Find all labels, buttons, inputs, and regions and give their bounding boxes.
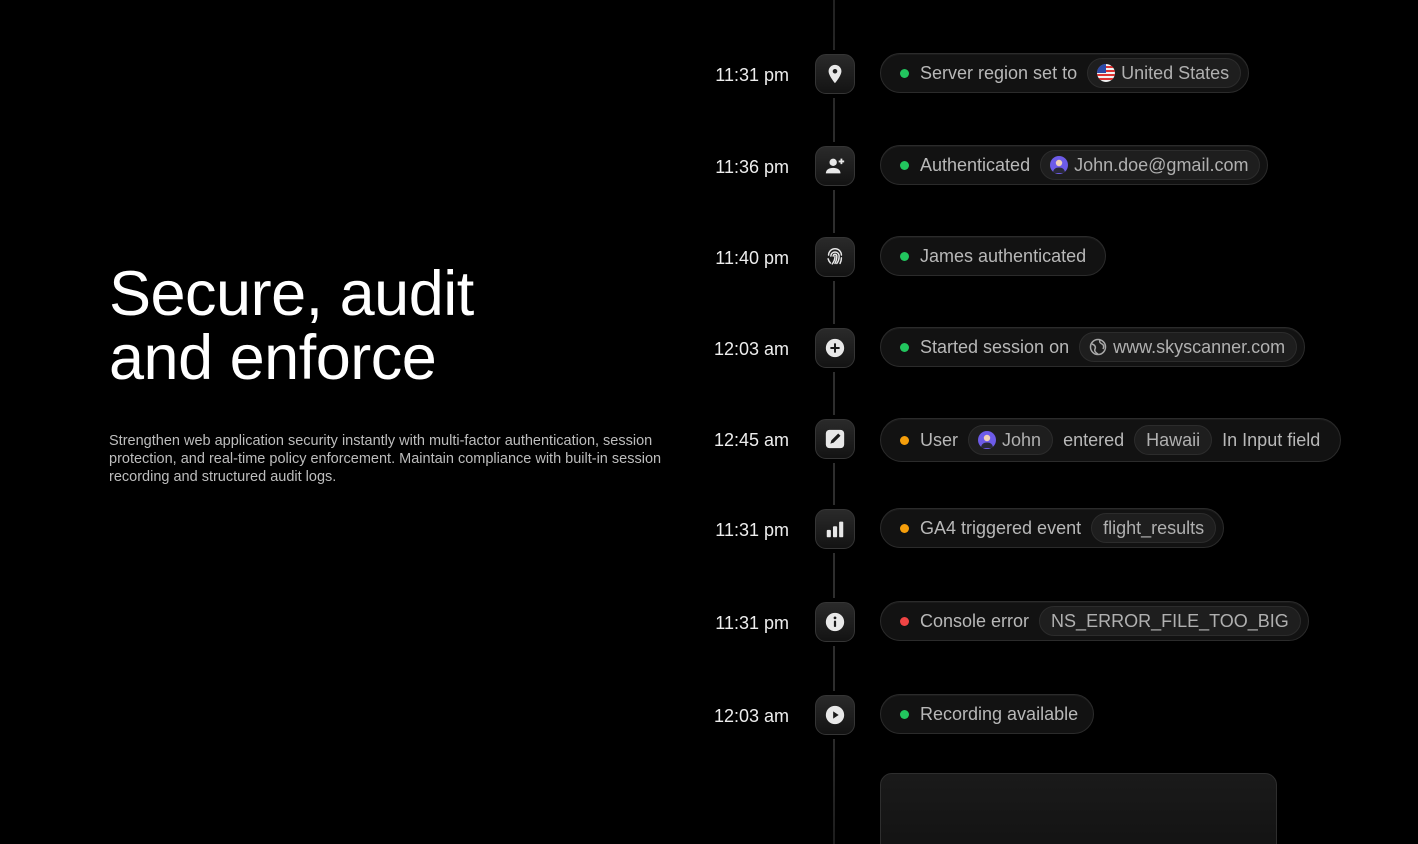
event-text-user: User (920, 429, 959, 450)
email-chip: John.doe@gmail.com (1040, 150, 1261, 180)
event-time: 11:31 pm (715, 613, 789, 633)
event-pill[interactable]: Recording available (880, 694, 1095, 734)
page-title: Secure, audit and enforce (109, 262, 669, 390)
timeline-event: 11:31 pm Console error NS_ERROR_FILE_TOO… (690, 601, 1390, 645)
chip-label: www.skyscanner.com (1113, 336, 1286, 357)
location-pin-icon (815, 54, 855, 94)
event-text: Console error (920, 610, 1030, 631)
plus-circle-icon (815, 328, 855, 368)
chip-label: John.doe@gmail.com (1074, 154, 1249, 175)
recording-preview-card[interactable] (880, 773, 1277, 844)
url-chip: www.skyscanner.com (1079, 332, 1298, 362)
status-dot-orange (900, 523, 909, 533)
event-text: James authenticated (920, 245, 1087, 266)
title-line-2: and enforce (109, 323, 437, 393)
event-pill[interactable]: Authenticated John.doe@gmail.com (880, 145, 1269, 185)
timeline-event: 11:40 pm James authenticated (690, 236, 1390, 280)
event-pill[interactable]: Server region set to United States (880, 53, 1250, 93)
event-time: 11:36 pm (715, 157, 789, 177)
event-text-field: In Input field (1222, 429, 1321, 450)
event-pill[interactable]: User John entered Hawaii In Input field (880, 418, 1342, 462)
event-text-entered: entered (1063, 429, 1125, 450)
event-time: 12:03 am (713, 706, 789, 726)
status-dot-green (900, 251, 909, 261)
info-icon (815, 602, 855, 642)
status-dot-green (900, 68, 909, 78)
event-text: Authenticated (920, 154, 1031, 175)
event-pill[interactable]: Console error NS_ERROR_FILE_TOO_BIG (880, 601, 1309, 641)
event-time: 12:03 am (713, 339, 789, 359)
chip-label: John (1002, 429, 1042, 450)
error-code-chip: NS_ERROR_FILE_TOO_BIG (1039, 606, 1301, 636)
value-chip: Hawaii (1134, 425, 1213, 455)
timeline-event: 12:03 am Recording available (690, 694, 1390, 738)
status-dot-red (900, 616, 909, 626)
status-dot-green (900, 709, 909, 719)
hero-description: Strengthen web application security inst… (109, 433, 662, 485)
edit-icon (815, 419, 855, 459)
event-text: Started session on (920, 336, 1070, 357)
status-dot-green (900, 160, 909, 170)
timeline-event: 11:31 pm Server region set to United Sta… (690, 53, 1390, 97)
event-time: 11:40 pm (715, 248, 789, 268)
add-user-icon (815, 146, 855, 186)
avatar-icon (1050, 156, 1069, 174)
timeline-event: 11:36 pm Authenticated John.doe@gmail.co… (690, 145, 1390, 189)
event-time: 11:31 pm (715, 65, 789, 85)
event-time: 12:45 am (713, 430, 789, 450)
timeline-event: 11:31 pm GA4 triggered event flight_resu… (690, 508, 1390, 552)
event-pill[interactable]: Started session on www.skyscanner.com (880, 327, 1306, 367)
region-chip: United States (1087, 58, 1242, 88)
avatar-icon (978, 431, 997, 449)
event-text: GA4 triggered event (920, 517, 1082, 538)
globe-icon (1089, 338, 1107, 356)
status-dot-orange (900, 435, 909, 445)
fingerprint-icon (815, 237, 855, 277)
us-flag-icon (1097, 64, 1116, 82)
title-line-1: Secure, audit (109, 259, 474, 329)
event-text: Recording available (920, 703, 1079, 724)
play-icon (815, 695, 855, 735)
event-pill[interactable]: GA4 triggered event flight_results (880, 508, 1225, 548)
event-text: Server region set to (920, 62, 1078, 83)
timeline-event: 12:03 am Started session on www.skyscann… (690, 327, 1390, 371)
status-dot-green (900, 342, 909, 352)
timeline-event: 12:45 am User John entered Hawaii In Inp… (690, 418, 1390, 462)
event-pill[interactable]: James authenticated (880, 236, 1107, 276)
event-name-chip: flight_results (1091, 513, 1217, 543)
event-time: 11:31 pm (715, 520, 789, 540)
hero-heading: Secure, audit and enforce (109, 262, 669, 390)
user-chip: John (968, 425, 1054, 455)
bar-chart-icon (815, 509, 855, 549)
chip-label: United States (1121, 62, 1230, 83)
